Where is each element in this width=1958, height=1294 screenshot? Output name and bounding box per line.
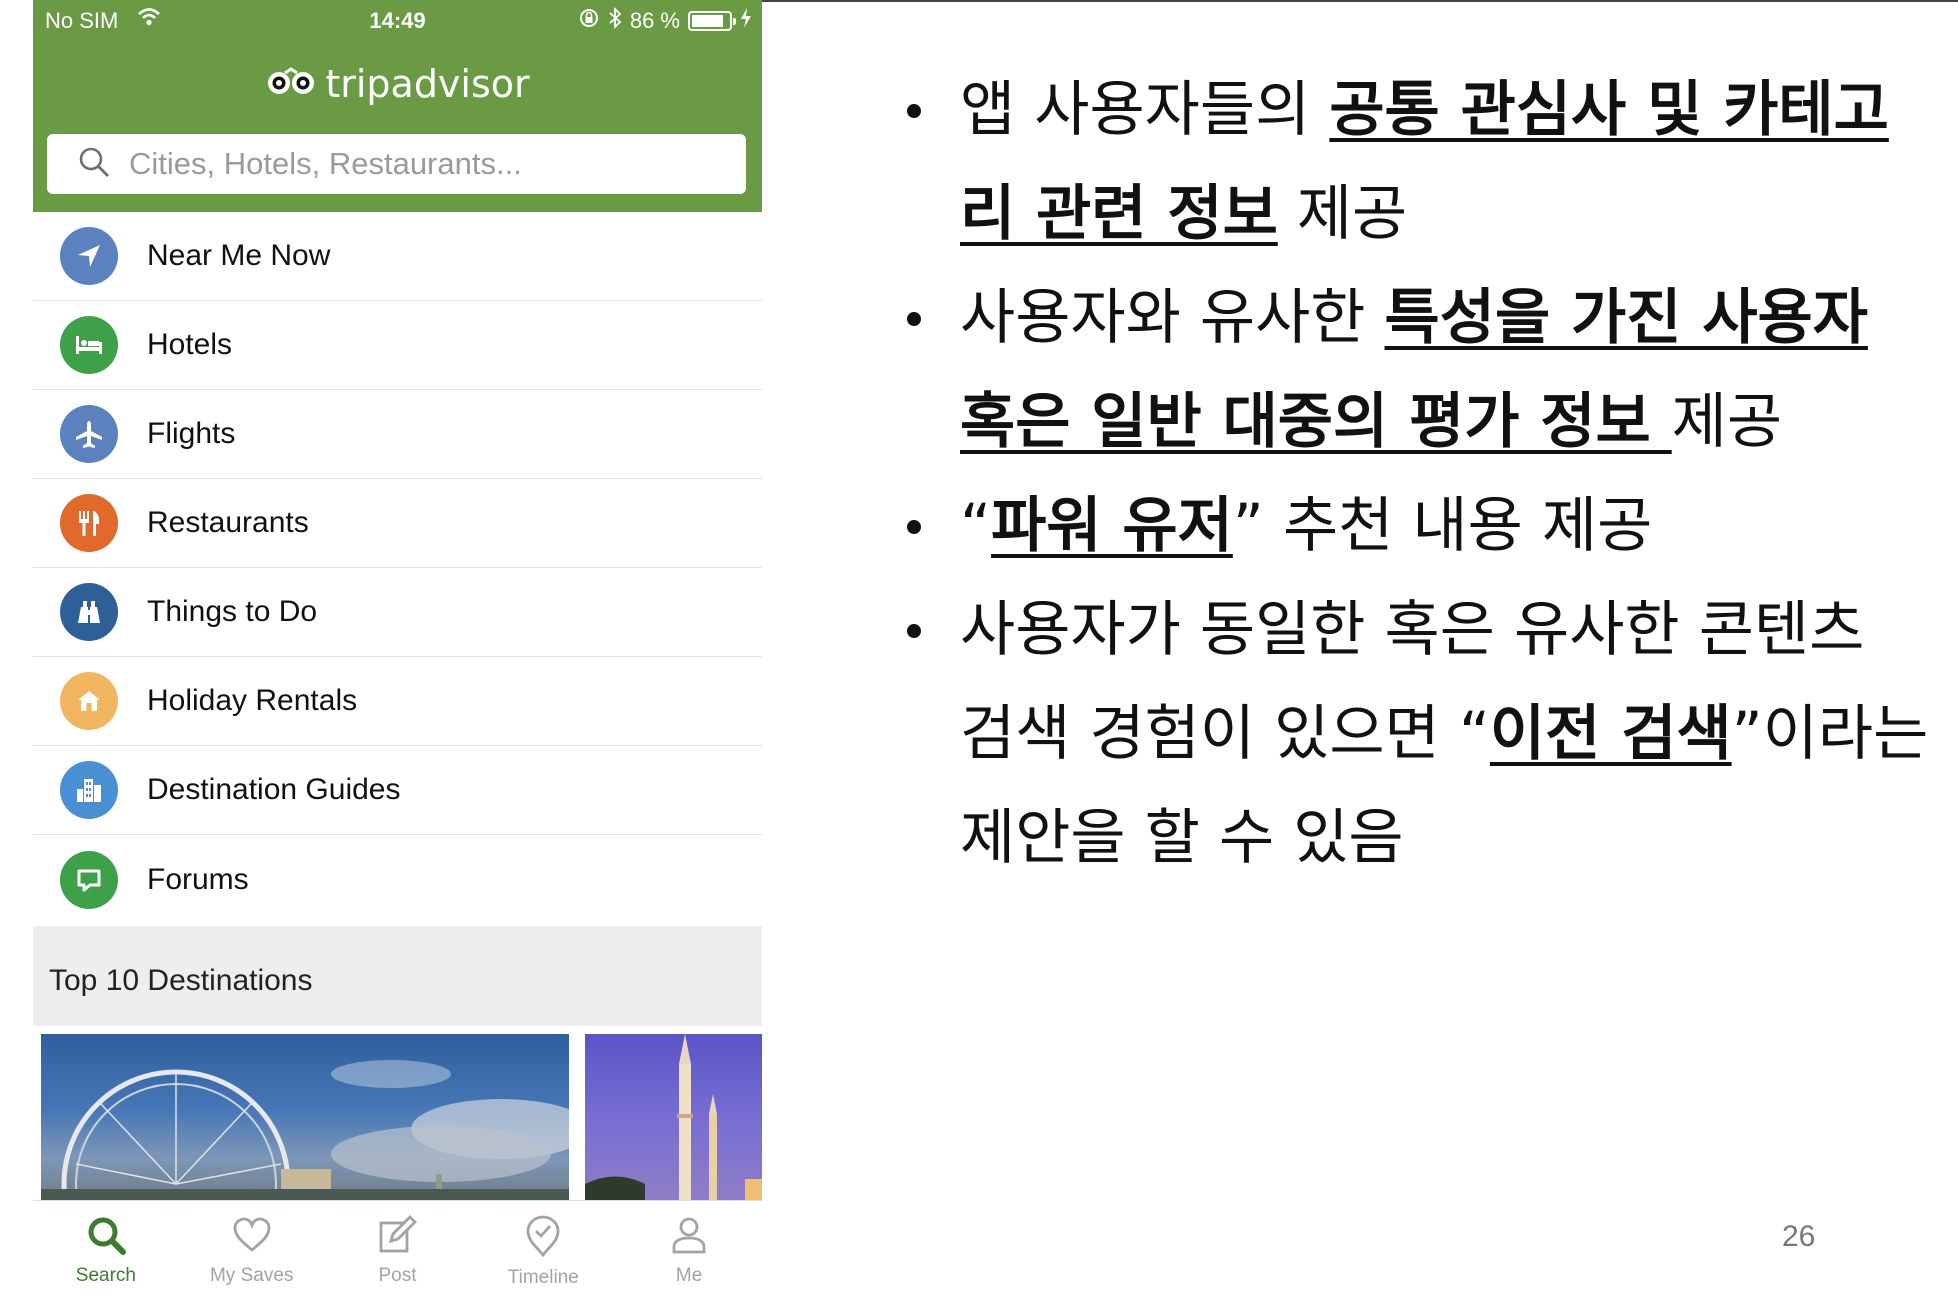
bullet-4-continuation-2: 제안을 할 수 있음 <box>900 786 1958 890</box>
battery-icon <box>688 11 736 31</box>
bed-icon <box>60 316 118 374</box>
rotation-lock-icon <box>578 7 600 35</box>
owl-eyes-icon <box>265 62 317 106</box>
top-border-line <box>760 0 1958 2</box>
menu-item-label: Holiday Rentals <box>147 684 358 717</box>
bluetooth-icon <box>608 6 622 36</box>
bullet-4-text-b: 검색 경험이 있으면 “ <box>960 699 1490 769</box>
bullet-2-continuation: 혹은 일반 대중의 평가 정보 제공 <box>900 370 1958 474</box>
status-right: 86 % <box>578 6 752 36</box>
section-header: Top 10 Destinations <box>33 926 762 1026</box>
menu-item-hotels[interactable]: Hotels <box>33 301 762 390</box>
bullet-3-emphasis: 파워 유저 <box>991 491 1233 561</box>
bullet-4-emphasis: 이전 검색 <box>1489 699 1732 769</box>
plane-icon <box>60 405 118 463</box>
bullet-4-text-d: ”이라는 <box>1731 699 1929 769</box>
timeline-pin-icon <box>523 1215 563 1261</box>
tab-me[interactable]: Me <box>616 1201 762 1294</box>
speech-bubble-icon <box>60 850 118 909</box>
bullet-1-emphasis: 공통 관심사 및 카테고 <box>1329 75 1889 145</box>
tab-bar: Search My Saves Post Timeline Me <box>33 1200 762 1294</box>
menu-item-label: Flights <box>147 417 236 450</box>
fork-knife-icon <box>60 494 118 552</box>
menu-item-holiday-rentals[interactable]: Holiday Rentals <box>33 657 762 746</box>
tripadvisor-phone-screenshot: No SIM 14:49 86 % tripadvisor Cities, Ho… <box>33 0 762 1294</box>
bullet-2-text-a: 사용자와 유사한 <box>960 283 1385 353</box>
tab-search[interactable]: Search <box>33 1201 179 1294</box>
bullet-4-text-a: 사용자가 동일한 혹은 유사한 콘텐츠 <box>960 595 1865 665</box>
bullet-2-text-d: 제공 <box>1671 387 1783 457</box>
menu-item-label: Near Me Now <box>147 239 331 272</box>
menu-item-label: Hotels <box>147 328 233 361</box>
menu-item-things-to-do[interactable]: Things to Do <box>33 568 762 657</box>
tab-label: Post <box>378 1265 417 1286</box>
logo-text: tripadvisor <box>325 62 530 106</box>
edit-icon <box>377 1215 418 1259</box>
tab-my-saves[interactable]: My Saves <box>179 1201 325 1294</box>
city-icon <box>60 761 118 819</box>
tab-post[interactable]: Post <box>325 1201 471 1294</box>
menu-item-restaurants[interactable]: Restaurants <box>33 479 762 568</box>
bullet-1: 앱 사용자들의 공통 관심사 및 카테고 <box>900 58 1958 162</box>
menu-item-label: Restaurants <box>147 506 309 539</box>
destination-photo-london[interactable] <box>41 1034 569 1200</box>
menu-item-label: Forums <box>147 862 249 896</box>
menu-item-destination-guides[interactable]: Destination Guides <box>33 746 762 835</box>
destination-photo-istanbul[interactable] <box>585 1034 762 1200</box>
bullet-3-text-a: “ <box>960 491 992 561</box>
tab-label: My Saves <box>209 1265 294 1286</box>
location-arrow-icon <box>60 227 118 285</box>
status-bar: No SIM 14:49 86 % <box>33 0 762 40</box>
battery-percent: 86 % <box>629 8 680 33</box>
tripadvisor-logo: tripadvisor <box>33 62 762 106</box>
bullet-1-text-a: 앱 사용자들의 <box>960 75 1330 145</box>
binoculars-icon <box>60 583 118 641</box>
bullet-1-continuation: 리 관련 정보 제공 <box>900 162 1958 266</box>
search-placeholder: Cities, Hotels, Restaurants... <box>129 146 522 181</box>
heart-icon <box>232 1215 272 1259</box>
search-icon <box>86 1215 126 1259</box>
bullet-4-text-e: 제안을 할 수 있음 <box>960 803 1404 873</box>
bullet-3: “파워 유저” 추천 내용 제공 <box>900 474 1958 578</box>
bullet-3-text-c: ” 추천 내용 제공 <box>1232 491 1653 561</box>
menu-item-near-me-now[interactable]: Near Me Now <box>33 212 762 301</box>
page-number: 26 <box>1782 1220 1816 1253</box>
user-icon <box>669 1215 709 1259</box>
bullet-1-emphasis-2: 리 관련 정보 <box>960 179 1278 249</box>
tab-label: Me <box>675 1265 703 1286</box>
app-header: No SIM 14:49 86 % tripadvisor Cities, Ho… <box>33 0 762 212</box>
bullet-1-text-d: 제공 <box>1277 179 1408 249</box>
charging-bolt-icon <box>740 8 752 34</box>
bullet-4: 사용자가 동일한 혹은 유사한 콘텐츠 <box>900 578 1958 682</box>
bullet-4-continuation: 검색 경험이 있으면 “이전 검색”이라는 <box>900 682 1958 786</box>
menu-item-label: Things to Do <box>147 595 318 628</box>
bullet-2-emphasis: 특성을 가진 사용자 <box>1384 283 1868 353</box>
tab-label: Search <box>75 1265 136 1286</box>
section-title: Top 10 Destinations <box>49 964 313 997</box>
menu-item-forums[interactable]: Forums <box>33 835 762 924</box>
tab-timeline[interactable]: Timeline <box>470 1201 616 1294</box>
tab-label: Timeline <box>507 1267 579 1288</box>
menu-item-label: Destination Guides <box>147 773 401 806</box>
slide-bullet-list: 앱 사용자들의 공통 관심사 및 카테고 리 관련 정보 제공 사용자와 유사한… <box>900 58 1958 890</box>
bullet-2: 사용자와 유사한 특성을 가진 사용자 <box>900 266 1958 370</box>
house-icon <box>60 672 118 730</box>
bullet-2-emphasis-2: 혹은 일반 대중의 평가 정보 <box>960 387 1672 457</box>
search-icon <box>77 145 111 183</box>
category-menu: Near Me Now Hotels Flights Restaurants T… <box>33 212 762 924</box>
search-input[interactable]: Cities, Hotels, Restaurants... <box>47 134 746 194</box>
menu-item-flights[interactable]: Flights <box>33 390 762 479</box>
